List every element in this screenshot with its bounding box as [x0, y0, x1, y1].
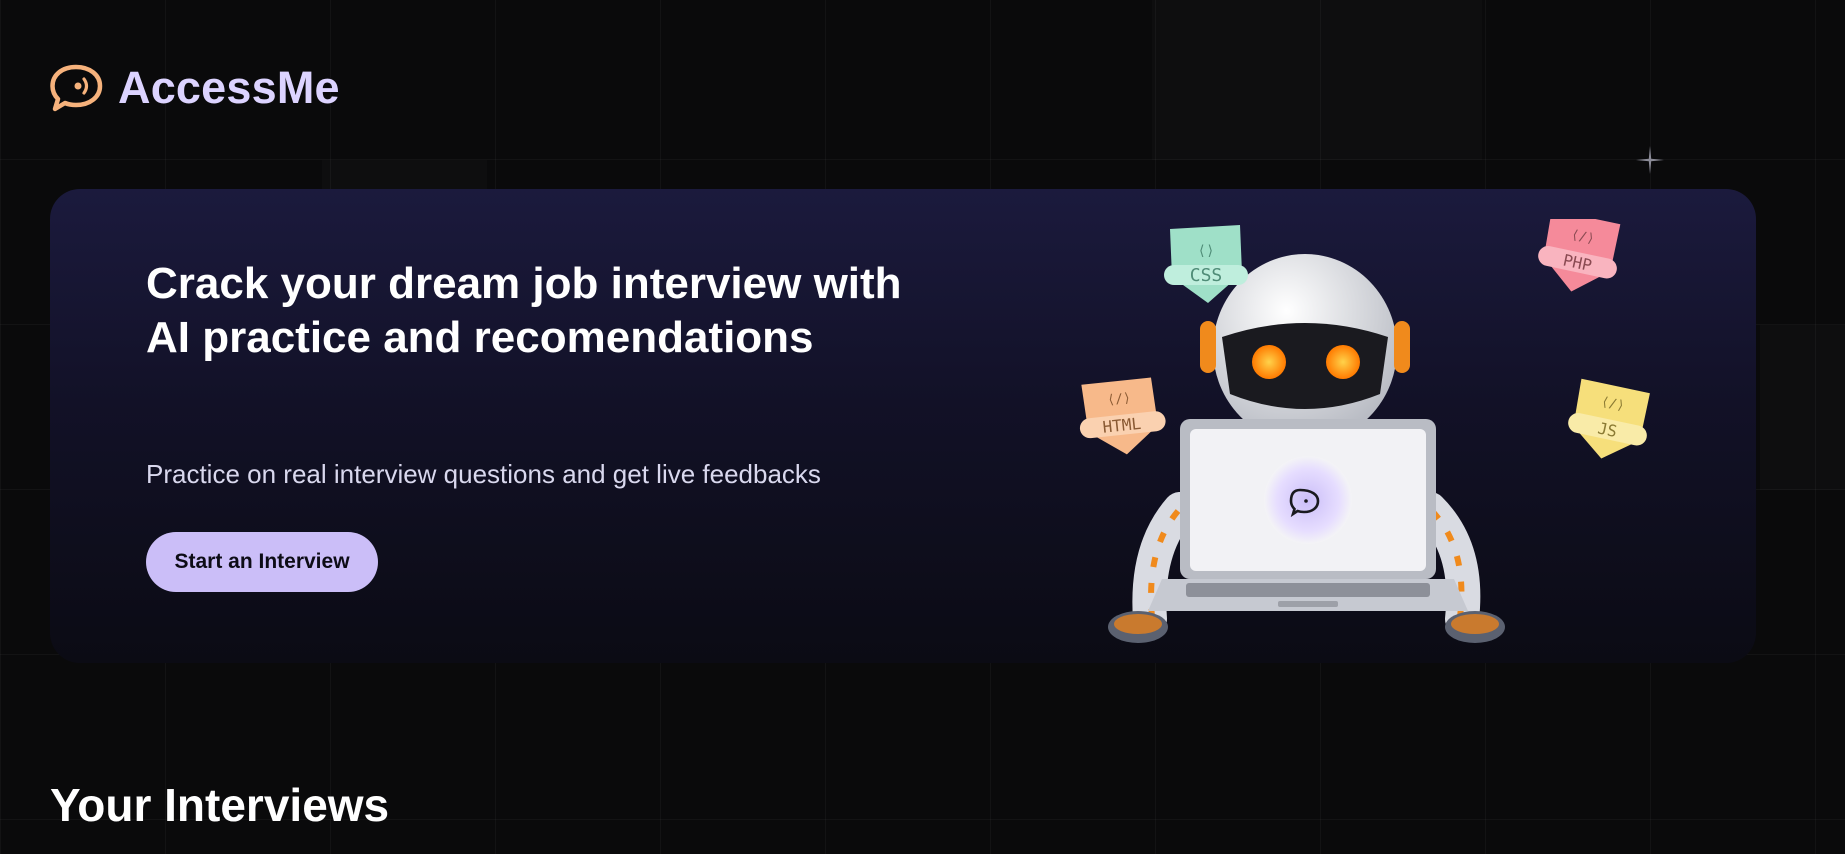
svg-text:⟨/⟩: ⟨/⟩	[1107, 391, 1132, 408]
brand-name[interactable]: AccessMe	[118, 62, 340, 114]
start-interview-button[interactable]: Start an Interview	[146, 532, 378, 592]
svg-text:⟨⟩: ⟨⟩	[1198, 243, 1215, 259]
grid-tile	[322, 160, 487, 190]
hero-subtitle: Practice on real interview questions and…	[146, 459, 821, 489]
hero-title: Crack your dream job interview with AI p…	[146, 259, 902, 362]
svg-text:JS: JS	[1596, 418, 1619, 441]
chat-bubble-icon[interactable]	[50, 63, 106, 113]
sparkle-icon	[1636, 146, 1664, 174]
app-header: AccessMe	[50, 62, 340, 114]
svg-text:HTML: HTML	[1102, 414, 1142, 437]
your-interviews-heading: Your Interviews	[50, 779, 390, 831]
hero-banner: Crack your dream job interview with AI p…	[50, 189, 1756, 663]
robot-illustration: CSS ⟨⟩ PHP ⟨/⟩ HTML ⟨/⟩ JS ⟨/⟩	[1079, 219, 1650, 643]
svg-text:CSS: CSS	[1190, 265, 1223, 286]
grid-tile	[1760, 325, 1845, 490]
grid-tile	[1152, 0, 1482, 160]
